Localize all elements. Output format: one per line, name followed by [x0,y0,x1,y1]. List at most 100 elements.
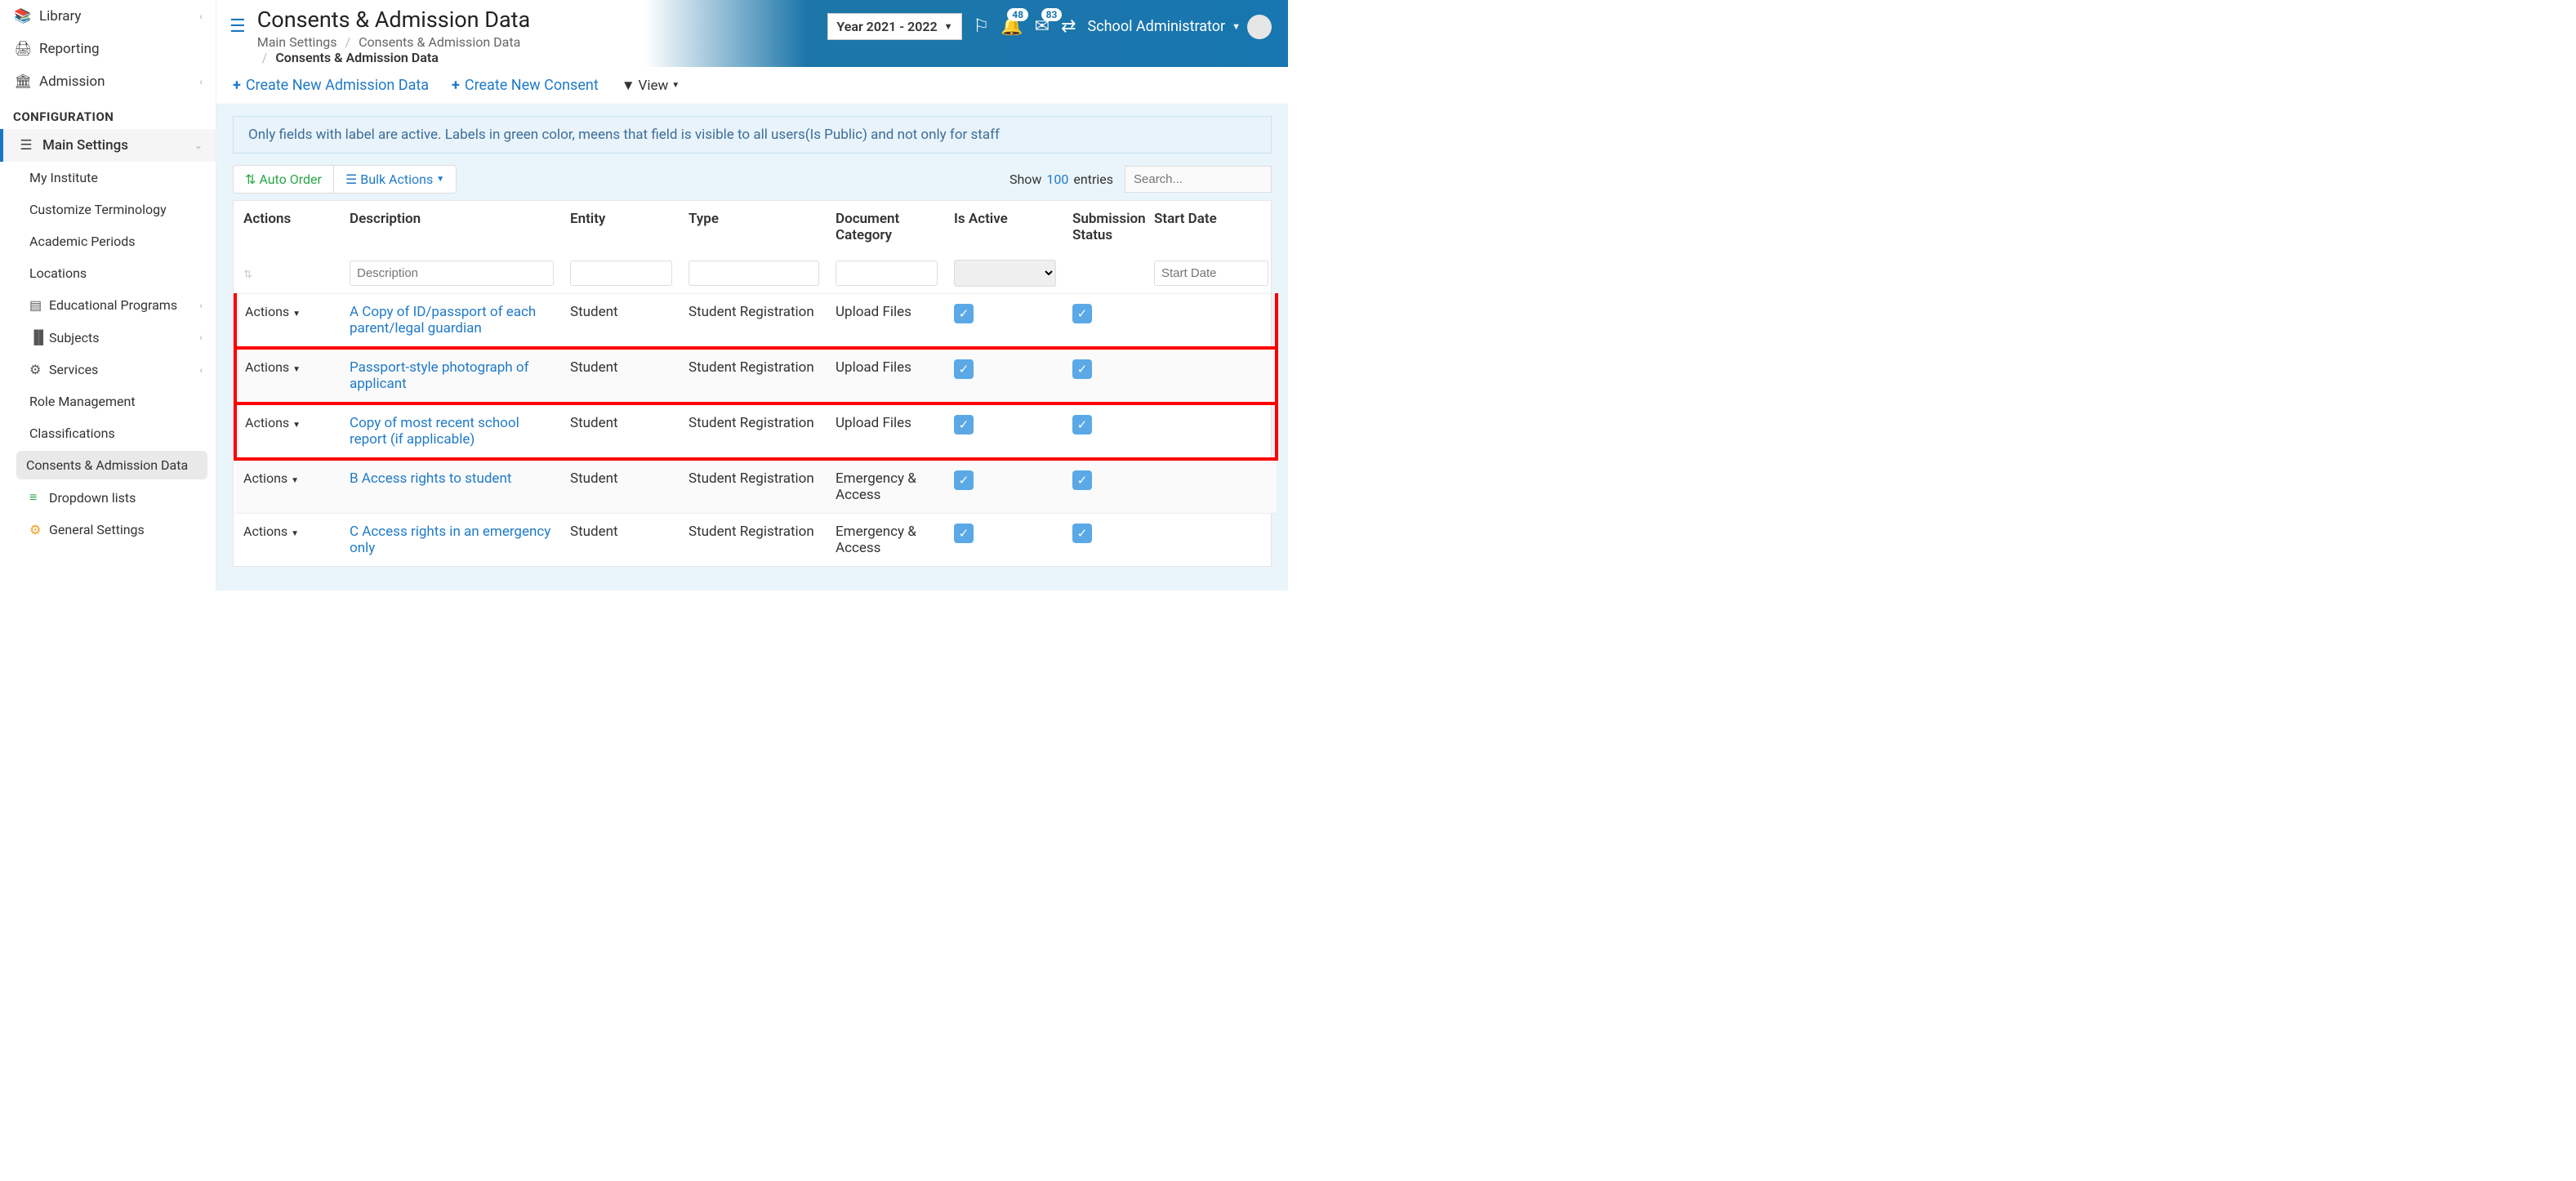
sidebar-item-main-settings[interactable]: ☰ Main Settings ⌄ [0,129,216,162]
sidebar-item-reporting[interactable]: 🖨 Reporting [0,33,216,65]
sidebar-item-consents-admission-data[interactable]: Consents & Admission Data [16,451,207,479]
caret-down-icon: ▼ [436,175,444,184]
cell-type: Student Registration [680,348,827,403]
filter-active[interactable] [954,260,1056,287]
submission-checkbox[interactable]: ✓ [1072,304,1092,323]
filter-entity[interactable] [570,261,672,286]
breadcrumb-current: Consents & Admission Data [275,50,438,65]
sidebar-item-educational-programs[interactable]: ▤Educational Programs‹ [0,289,216,321]
sidebar-item-locations[interactable]: Locations [0,257,216,289]
cell-category: Emergency & Access [827,459,946,514]
active-checkbox[interactable]: ✓ [954,524,974,543]
flag-icon[interactable]: ⚐ [974,16,990,37]
row-actions-dropdown[interactable]: Actions ▼ [245,415,301,430]
link-icon[interactable]: ⇄ [1061,16,1076,37]
col-active[interactable]: Is Active [946,201,1064,253]
create-consent-button[interactable]: + Create New Consent [452,77,599,94]
create-admission-button[interactable]: + Create New Admission Data [233,77,429,94]
sidebar-item-my-institute[interactable]: My Institute [0,162,216,194]
mail-icon[interactable]: ✉83 [1035,16,1050,37]
sidebar-item-label: Dropdown lists [49,490,136,506]
description-link[interactable]: A Copy of ID/passport of each parent/leg… [350,304,536,336]
col-start[interactable]: Start Date [1146,201,1277,253]
breadcrumb-item[interactable]: Consents & Admission Data [359,34,520,50]
item-icon: ▤ [29,297,44,313]
action-bar: + Create New Admission Data + Create New… [216,67,1288,105]
row-actions-dropdown[interactable]: Actions ▼ [243,524,299,539]
sidebar-item-general-settings[interactable]: ⚙General Settings [0,514,216,546]
active-checkbox[interactable]: ✓ [954,304,974,323]
cell-start-date [1146,459,1277,514]
view-dropdown[interactable]: ▼ View ▼ [622,78,680,94]
sidebar-item-label: Locations [29,265,87,281]
row-actions-dropdown[interactable]: Actions ▼ [245,359,301,375]
col-submission[interactable]: Submission Status [1064,201,1146,253]
bulk-actions-button[interactable]: ☰ Bulk Actions ▼ [334,166,456,193]
button-label: Auto Order [259,172,322,187]
caret-down-icon: ▼ [671,81,680,90]
sidebar-item-library[interactable]: 📚 Library ‹ [0,0,216,33]
filter-category[interactable] [836,261,938,286]
sidebar-item-academic-periods[interactable]: Academic Periods [0,225,216,257]
cell-start-date [1146,294,1277,349]
filter-description[interactable] [350,261,554,286]
user-menu[interactable]: School Administrator ▼ [1088,15,1272,39]
sidebar-item-customize-terminology[interactable]: Customize Terminology [0,194,216,225]
sidebar-item-label: Library [39,8,81,25]
main: ☰ Consents & Admission Data Main Setting… [216,0,1288,590]
sidebar-item-role-management[interactable]: Role Management [0,385,216,417]
submission-checkbox[interactable]: ✓ [1072,524,1092,543]
plus-icon: + [452,77,460,94]
row-actions-dropdown[interactable]: Actions ▼ [245,304,301,319]
description-link[interactable]: Passport-style photograph of applicant [350,359,529,392]
filter-start-date[interactable] [1154,261,1268,286]
sidebar-item-classifications[interactable]: Classifications [0,417,216,449]
sidebar-item-label: Reporting [39,41,100,57]
col-actions[interactable]: Actions [235,201,341,253]
active-checkbox[interactable]: ✓ [954,359,974,379]
active-checkbox[interactable]: ✓ [954,470,974,490]
submission-checkbox[interactable]: ✓ [1072,415,1092,435]
bell-icon[interactable]: 🔔48 [1001,16,1023,37]
info-banner: Only fields with label are active. Label… [233,116,1272,154]
cell-entity: Student [562,403,680,459]
description-link[interactable]: B Access rights to student [350,470,511,487]
submission-checkbox[interactable]: ✓ [1072,359,1092,379]
search-input[interactable] [1125,166,1272,193]
button-group: ⇅ Auto Order ☰ Bulk Actions ▼ [233,165,457,194]
breadcrumb-item[interactable]: Main Settings [257,34,337,50]
sidebar-item-services[interactable]: ⚙Services‹ [0,354,216,385]
entries-count[interactable]: 100 [1046,172,1068,187]
description-link[interactable]: Copy of most recent school report (if ap… [350,415,519,448]
sort-icon: ⇅ [245,172,256,187]
show-label: Show [1009,172,1041,187]
sidebar-item-subjects[interactable]: ▐▌Subjects‹ [0,321,216,354]
chevron-left-icon: ‹ [199,76,203,87]
sidebar: 📚 Library ‹ 🖨 Reporting 🏛 Admission ‹ CO… [0,0,216,590]
filter-type[interactable] [689,261,819,286]
sort-icon[interactable]: ⇅ [243,269,252,281]
button-label: View [639,78,669,94]
col-type[interactable]: Type [680,201,827,253]
caret-down-icon: ▼ [1232,21,1241,32]
col-category[interactable]: Document Category [827,201,946,253]
col-description[interactable]: Description [341,201,562,253]
auto-order-button[interactable]: ⇅ Auto Order [234,166,334,193]
cell-type: Student Registration [680,459,827,514]
table-toolbar: ⇅ Auto Order ☰ Bulk Actions ▼ Show 100 e… [233,165,1272,194]
sidebar-item-dropdown-lists[interactable]: ≡Dropdown lists [0,481,216,514]
caret-down-icon: ▼ [944,21,953,32]
chevron-left-icon: ‹ [199,11,203,22]
list-icon: ☰ [345,172,357,187]
button-label: Create New Admission Data [246,77,429,94]
row-actions-dropdown[interactable]: Actions ▼ [243,470,299,486]
description-link[interactable]: C Access rights in an emergency only [350,524,550,556]
topbar: ☰ Consents & Admission Data Main Setting… [216,0,1288,67]
active-checkbox[interactable]: ✓ [954,415,974,435]
submission-checkbox[interactable]: ✓ [1072,470,1092,490]
menu-toggle-icon[interactable]: ☰ [226,7,257,37]
sidebar-item-label: Services [49,362,98,377]
year-selector[interactable]: Year 2021 - 2022 ▼ [827,13,961,40]
sidebar-item-admission[interactable]: 🏛 Admission ‹ [0,65,216,98]
col-entity[interactable]: Entity [562,201,680,253]
